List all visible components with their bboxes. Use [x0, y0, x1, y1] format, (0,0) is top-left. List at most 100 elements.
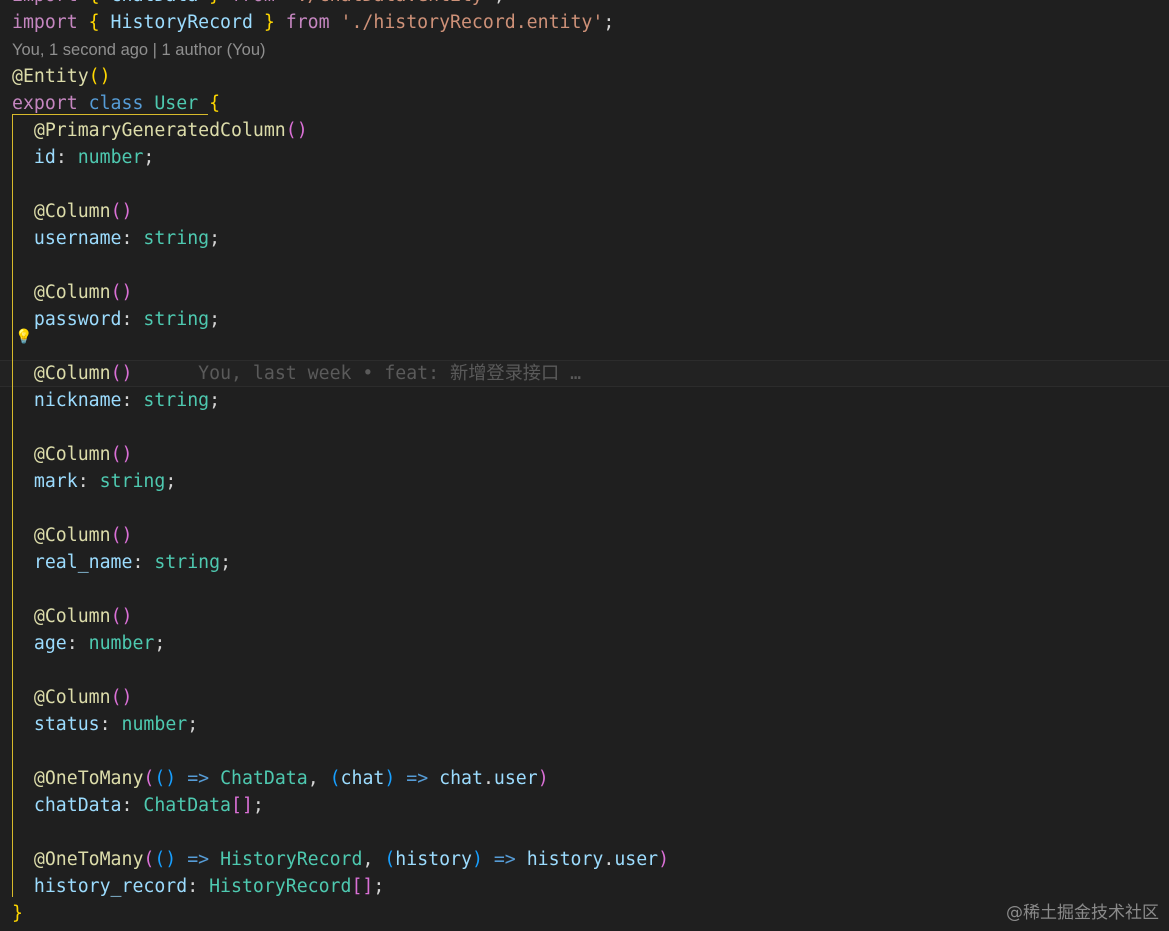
code-token: (): [154, 849, 177, 870]
code-token: status: [12, 714, 100, 735]
code-line[interactable]: @Column(): [0, 603, 1169, 630]
code-line[interactable]: @Column() You, last week • feat: 新增登录接口 …: [0, 360, 1169, 387]
code-token: ChatData: [100, 0, 210, 6]
code-line[interactable]: [0, 414, 1169, 441]
code-token: from: [231, 0, 275, 6]
code-line[interactable]: @Column(): [0, 684, 1169, 711]
code-token: (: [143, 768, 155, 789]
code-token: @PrimaryGeneratedColumn: [12, 120, 286, 141]
code-token: user: [493, 768, 538, 789]
codelens-text[interactable]: You, 1 second ago | 1 author (You): [12, 41, 266, 59]
code-token: (): [110, 282, 133, 303]
code-line[interactable]: @PrimaryGeneratedColumn(): [0, 117, 1169, 144]
code-token: (): [110, 363, 133, 384]
code-token: user: [614, 849, 659, 870]
code-line[interactable]: mark: string;: [0, 468, 1169, 495]
code-line[interactable]: nickname: string;: [0, 387, 1169, 414]
code-line[interactable]: @OneToMany(() => ChatData, (chat) => cha…: [0, 765, 1169, 792]
code-line[interactable]: password: string;: [0, 306, 1169, 333]
code-token: number: [121, 714, 188, 735]
code-line[interactable]: export class User {: [0, 90, 1169, 117]
code-line[interactable]: username: string;: [0, 225, 1169, 252]
code-line[interactable]: [0, 657, 1169, 684]
code-line[interactable]: status: number;: [0, 711, 1169, 738]
code-line[interactable]: [0, 738, 1169, 765]
code-token: @Column: [12, 363, 111, 384]
code-line[interactable]: [0, 333, 1169, 360]
code-line[interactable]: [0, 171, 1169, 198]
code-line[interactable]: @Column(): [0, 279, 1169, 306]
code-line[interactable]: [0, 819, 1169, 846]
code-token: ;: [209, 228, 221, 249]
bracket-guide-horizontal: [12, 114, 208, 115]
code-token: (): [110, 201, 133, 222]
code-token: @Column: [12, 525, 111, 546]
code-token: :: [77, 471, 100, 492]
code-line[interactable]: @Column(): [0, 198, 1169, 225]
code-line[interactable]: @Column(): [0, 441, 1169, 468]
bracket-guide-vertical: [12, 114, 13, 897]
code-token: @Column: [12, 201, 111, 222]
code-token: (: [329, 768, 341, 789]
code-token: string: [99, 471, 166, 492]
code-token: age: [12, 633, 67, 654]
code-line[interactable]: [0, 576, 1169, 603]
code-token: HistoryRecord: [220, 849, 363, 870]
code-token: .: [603, 849, 615, 870]
code-line[interactable]: real_name: string;: [0, 549, 1169, 576]
code-line[interactable]: chatData: ChatData[];: [0, 792, 1169, 819]
lightbulb-icon[interactable]: 💡: [15, 329, 32, 345]
code-token: ;: [494, 0, 505, 6]
code-line[interactable]: }: [0, 900, 1169, 927]
code-token: (: [384, 849, 396, 870]
code-token: history_record: [12, 876, 188, 897]
code-token: :: [99, 714, 122, 735]
code-token: string: [143, 390, 210, 411]
code-token: @Entity: [12, 66, 89, 87]
code-token: :: [121, 390, 144, 411]
code-line[interactable]: import { HistoryRecord } from './history…: [0, 9, 1169, 36]
code-token: history: [395, 849, 472, 870]
code-token: ): [658, 849, 670, 870]
code-token: :: [66, 633, 89, 654]
code-token: :: [55, 147, 78, 168]
codelens-author[interactable]: You, 1 second ago | 1 author (You): [0, 36, 1169, 63]
code-token: ): [471, 849, 483, 870]
code-line[interactable]: @OneToMany(() => HistoryRecord, (history…: [0, 846, 1169, 873]
code-line[interactable]: id: number;: [0, 144, 1169, 171]
code-line[interactable]: import { ChatData } from './chatData.ent…: [0, 0, 1169, 9]
code-line[interactable]: age: number;: [0, 630, 1169, 657]
code-token: (): [110, 606, 133, 627]
code-line[interactable]: [0, 252, 1169, 279]
code-token: }: [209, 0, 220, 6]
code-token: ;: [252, 795, 264, 816]
code-token: import: [12, 12, 78, 33]
code-token: }: [12, 903, 23, 924]
code-token: real_name: [12, 552, 133, 573]
code-token: chat: [340, 768, 385, 789]
code-token: './historyRecord.entity': [340, 12, 604, 33]
code-editor[interactable]: import { ChatData } from './chatData.ent…: [0, 0, 1169, 927]
code-line[interactable]: @Column(): [0, 522, 1169, 549]
code-token: @Column: [12, 606, 111, 627]
code-token: './chatData.entity': [286, 0, 494, 6]
code-token: class: [88, 93, 144, 114]
code-line[interactable]: @Entity(): [0, 63, 1169, 90]
code-token: (): [88, 66, 111, 87]
code-line[interactable]: history_record: HistoryRecord[];: [0, 873, 1169, 900]
watermark: @稀土掘金技术社区: [1006, 903, 1159, 923]
code-token: id: [12, 147, 56, 168]
code-line[interactable]: [0, 495, 1169, 522]
code-token: ;: [373, 876, 385, 897]
code-token: number: [88, 633, 155, 654]
code-token: @OneToMany: [12, 849, 144, 870]
